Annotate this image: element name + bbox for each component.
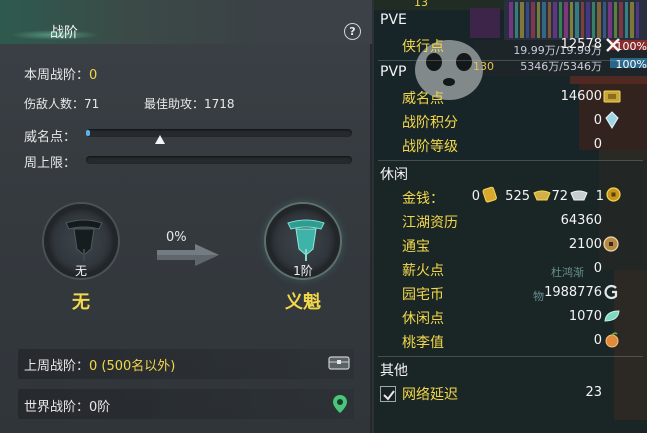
gold-ingot-icon bbox=[482, 186, 497, 203]
coin-icon bbox=[603, 236, 619, 252]
arrow-right-icon bbox=[157, 244, 219, 266]
next-rank-badge-label: 1阶 bbox=[293, 264, 313, 278]
section-pvp-title: PVP bbox=[380, 64, 407, 80]
world-rank: 世界战阶：0阶 bbox=[24, 396, 110, 415]
money-copper-value: 72 bbox=[551, 189, 568, 204]
rank-progress-percent: 0% bbox=[166, 230, 187, 245]
last-week-value: 0 (500名以外) bbox=[89, 359, 176, 374]
top-strip-text: 13 bbox=[414, 0, 428, 9]
ticket-icon bbox=[603, 90, 621, 103]
peach-icon bbox=[605, 332, 619, 348]
current-rank-badge-label: 无 bbox=[74, 264, 87, 278]
kills-value: 71 bbox=[84, 97, 100, 111]
current-rank-name: 无 bbox=[72, 292, 90, 313]
divider bbox=[378, 160, 643, 161]
pvp-value-rank-points: 0 bbox=[593, 113, 602, 128]
money-label: 金钱： bbox=[402, 191, 444, 207]
leisure-value-5: 0 bbox=[593, 333, 602, 348]
weekly-rank-label: 本周战阶： bbox=[24, 68, 90, 83]
weekly-rank-value: 0 bbox=[89, 68, 98, 83]
checkmark-icon bbox=[383, 390, 395, 401]
leisure-label-3: 园宅币 bbox=[402, 287, 444, 303]
leisure-value-0: 64360 bbox=[560, 213, 602, 228]
prestige-bar bbox=[86, 129, 352, 137]
divider bbox=[378, 60, 643, 61]
location-pin-icon[interactable] bbox=[332, 394, 348, 414]
kills-label: 伤敌人数： bbox=[24, 97, 85, 111]
banner-icon bbox=[287, 219, 325, 261]
weekly-cap-label: 周上限： bbox=[24, 156, 77, 171]
last-week-label: 上周战阶： bbox=[24, 359, 90, 374]
x-icon bbox=[606, 38, 620, 52]
leisure-label-2: 薪火点 bbox=[402, 263, 444, 279]
last-week-rank: 上周战阶：0 (500名以外) bbox=[24, 355, 175, 374]
money-fourth-value: 1 bbox=[595, 189, 604, 204]
prestige-bar-fill bbox=[86, 130, 90, 136]
pve-label-xiaxing: 侠行点 bbox=[402, 39, 444, 55]
g-coin-icon bbox=[604, 284, 618, 300]
best-assist-label: 最佳助攻： bbox=[144, 97, 205, 111]
pve-value-xiaxing: 12578 bbox=[560, 37, 602, 52]
pvp-label-prestige: 威名点 bbox=[402, 91, 444, 107]
latency-checkbox[interactable] bbox=[380, 386, 396, 402]
section-pve-title: PVE bbox=[380, 12, 407, 28]
pvp-label-rank-points: 战阶积分 bbox=[402, 115, 458, 131]
other-label-latency: 网络延迟 bbox=[402, 387, 458, 403]
level-text: 130 bbox=[473, 60, 494, 73]
leisure-value-3: 1988776 bbox=[544, 285, 602, 300]
best-assist-value: 1718 bbox=[204, 97, 235, 111]
coin-icon bbox=[606, 187, 621, 202]
attributes-panel: 13 19.99万/19.99万 5346万/5346万 100% 100% 1… bbox=[374, 0, 647, 433]
leaf-icon bbox=[604, 310, 620, 322]
leisure-value-4: 1070 bbox=[568, 309, 602, 324]
pvp-value-prestige: 14600 bbox=[560, 89, 602, 104]
leisure-label-1: 通宝 bbox=[402, 239, 430, 255]
weekly-rank-row: 本周战阶：0 bbox=[24, 64, 97, 83]
next-rank-name: 义魁 bbox=[285, 292, 321, 313]
silver-ingot-icon bbox=[533, 190, 551, 201]
rank-panel: 战阶 ? 本周战阶：0 伤敌人数：71 最佳助攻：1718 威名点： 周上限： … bbox=[0, 0, 372, 433]
leisure-label-0: 江湖资历 bbox=[402, 215, 458, 231]
copper-ingot-icon bbox=[570, 190, 588, 201]
banner-icon bbox=[65, 219, 103, 261]
pvp-value-rank-level: 0 bbox=[593, 137, 602, 152]
leisure-value-1: 2100 bbox=[568, 237, 602, 252]
divider bbox=[378, 356, 643, 357]
other-value-latency: 23 bbox=[585, 385, 602, 400]
leisure-value-2: 0 bbox=[593, 261, 602, 276]
prestige-label: 威名点： bbox=[24, 130, 77, 145]
money-gold-value: 0 bbox=[471, 189, 480, 204]
kills-row: 伤敌人数：71 bbox=[24, 95, 99, 112]
world-rank-label: 世界战阶： bbox=[24, 400, 90, 415]
crystal-icon bbox=[605, 111, 619, 129]
section-other-title: 其他 bbox=[380, 363, 408, 379]
weekly-cap-bar bbox=[86, 156, 352, 164]
help-button[interactable]: ? bbox=[344, 23, 361, 40]
world-rank-value: 0阶 bbox=[89, 400, 111, 415]
money-silver-value: 525 bbox=[505, 189, 530, 204]
prestige-marker bbox=[155, 135, 166, 144]
leisure-label-5: 桃李值 bbox=[402, 335, 444, 351]
leisure-label-4: 休闲点 bbox=[402, 311, 444, 327]
panel-title: 战阶 bbox=[50, 25, 78, 41]
chest-icon[interactable] bbox=[328, 355, 350, 371]
best-assist-row: 最佳助攻：1718 bbox=[144, 95, 235, 112]
section-leisure-title: 休闲 bbox=[380, 167, 408, 183]
pvp-label-rank-level: 战阶等级 bbox=[402, 139, 458, 155]
